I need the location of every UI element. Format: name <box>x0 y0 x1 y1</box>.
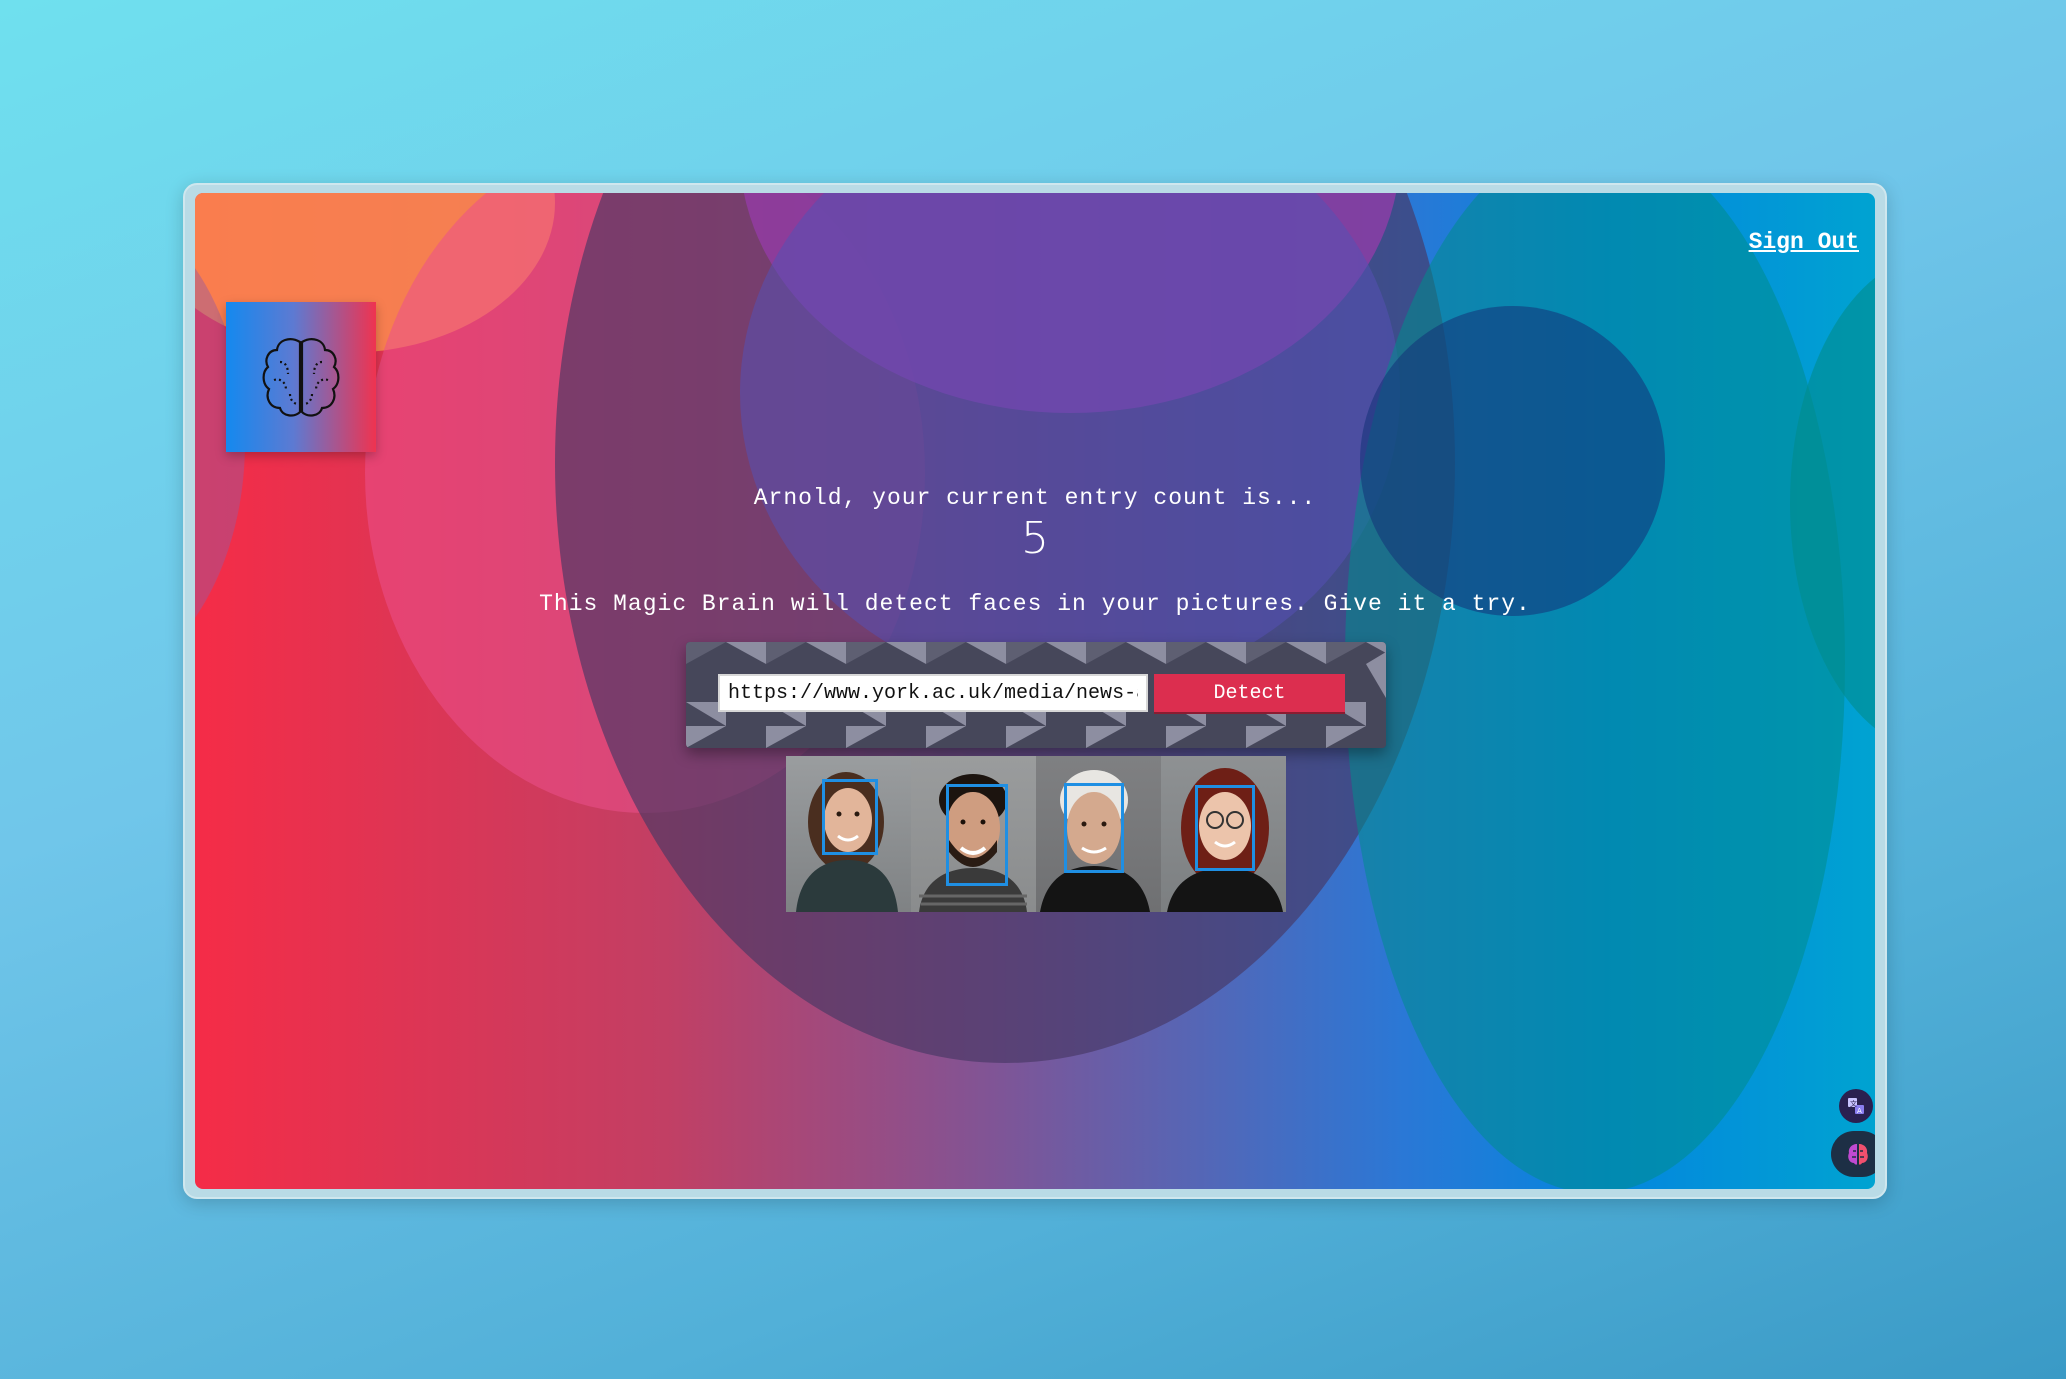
face-photo <box>1036 756 1161 912</box>
svg-text:A: A <box>1857 1107 1862 1115</box>
detect-button[interactable]: Detect <box>1154 674 1345 714</box>
face-photo <box>911 756 1036 912</box>
svg-text:文: 文 <box>1850 1099 1857 1108</box>
entry-greeting: Arnold, your current entry count is... <box>753 485 1317 511</box>
face-bounding-box <box>822 779 878 855</box>
face-bounding-box <box>1064 783 1124 873</box>
result-image <box>786 756 1286 912</box>
face-bounding-box <box>1195 785 1255 871</box>
face-bounding-box <box>946 784 1008 886</box>
image-url-input[interactable] <box>718 674 1148 712</box>
tagline: This Magic Brain will detect faces in yo… <box>539 591 1531 617</box>
extension-button[interactable] <box>1831 1131 1875 1177</box>
logo-tile[interactable] <box>226 302 376 452</box>
brain-icon <box>262 338 340 417</box>
app-background: Sign Out Arnold, your current entry coun… <box>195 193 1875 1189</box>
entry-count: 5 <box>1021 513 1049 564</box>
brain-extension-icon <box>1848 1144 1868 1165</box>
translate-icon: 文 A <box>1848 1098 1864 1115</box>
translate-button[interactable]: 文 A <box>1839 1089 1873 1123</box>
face-photo <box>786 756 911 912</box>
face-photo <box>1161 756 1286 912</box>
image-url-form: Detect <box>686 642 1386 748</box>
bg-circle <box>1360 306 1665 616</box>
sign-out-link[interactable]: Sign Out <box>1749 229 1859 255</box>
browser-frame: Sign Out Arnold, your current entry coun… <box>183 183 1887 1199</box>
